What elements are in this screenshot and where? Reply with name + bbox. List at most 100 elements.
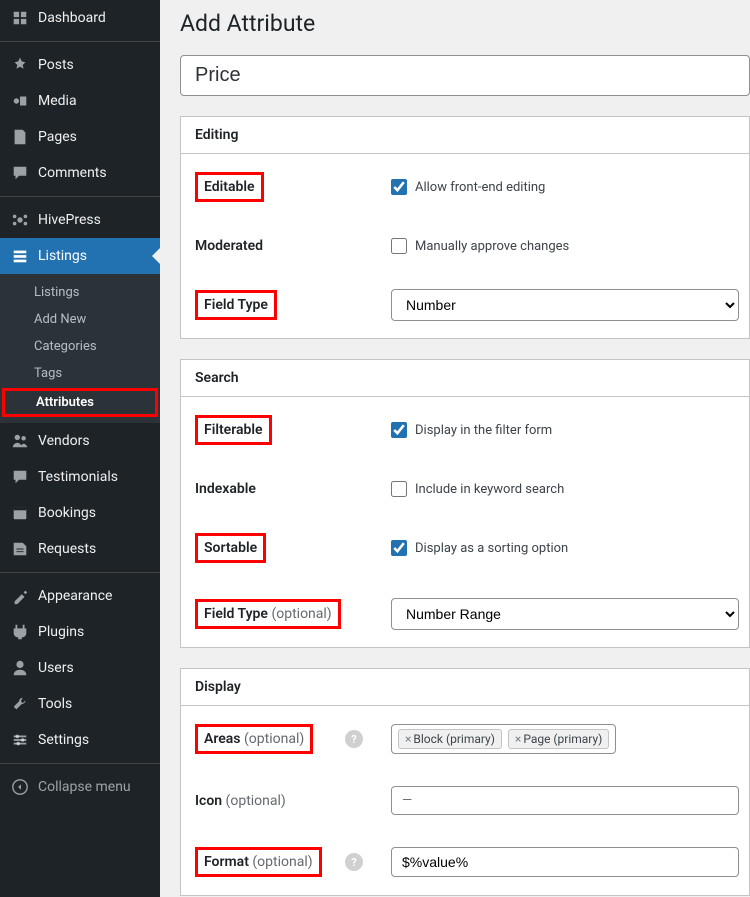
admin-sidebar: Dashboard Posts Media Pages Comments Hiv… [0, 0, 160, 897]
bookings-icon [10, 503, 30, 523]
indexable-checkbox[interactable] [391, 481, 407, 497]
menu-separator [0, 763, 160, 764]
sidebar-item-label: Bookings [38, 505, 96, 521]
indexable-text: Include in keyword search [415, 482, 564, 497]
sidebar-item-dashboard[interactable]: Dashboard [0, 0, 160, 36]
sidebar-item-testimonials[interactable]: Testimonials [0, 459, 160, 495]
sidebar-item-label: Settings [38, 732, 89, 748]
users-icon [10, 658, 30, 678]
requests-icon [10, 539, 30, 559]
sidebar-item-comments[interactable]: Comments [0, 155, 160, 191]
remove-tag-icon[interactable]: × [405, 732, 411, 746]
listings-icon [10, 246, 30, 266]
sidebar-submenu: Listings Add New Categories Tags Attribu… [0, 274, 160, 423]
sidebar-item-vendors[interactable]: Vendors [0, 423, 160, 459]
appearance-icon [10, 586, 30, 606]
icon-label: Icon (optional) [195, 793, 286, 809]
search-fieldtype-label: Field Type (optional) [195, 599, 341, 629]
indexable-label: Indexable [195, 481, 256, 497]
sidebar-item-appearance[interactable]: Appearance [0, 578, 160, 614]
sidebar-item-label: Users [38, 660, 74, 676]
sidebar-item-hivepress[interactable]: HivePress [0, 202, 160, 238]
sidebar-item-label: Tools [38, 696, 72, 712]
moderated-checkbox[interactable] [391, 238, 407, 254]
hivepress-icon [10, 210, 30, 230]
sortable-checkbox[interactable] [391, 540, 407, 556]
sidebar-item-collapse[interactable]: Collapse menu [0, 769, 160, 805]
submenu-item-attributes[interactable]: Attributes [2, 388, 158, 417]
filterable-checkbox[interactable] [391, 422, 407, 438]
area-tag[interactable]: ×Block (primary) [398, 729, 502, 749]
format-input[interactable] [391, 847, 739, 877]
attribute-name-input[interactable] [180, 55, 750, 96]
sidebar-item-label: Requests [38, 541, 96, 557]
menu-separator [0, 196, 160, 197]
submenu-item-addnew[interactable]: Add New [0, 306, 160, 333]
indexable-checkbox-row[interactable]: Include in keyword search [391, 481, 739, 497]
sidebar-item-users[interactable]: Users [0, 650, 160, 686]
display-panel: Display Areas (optional) ? ×Block (prima… [180, 668, 750, 896]
sidebar-item-label: Posts [38, 57, 74, 73]
moderated-checkbox-row[interactable]: Manually approve changes [391, 238, 739, 254]
page-title: Add Attribute [180, 10, 750, 37]
sidebar-item-pages[interactable]: Pages [0, 119, 160, 155]
sidebar-item-tools[interactable]: Tools [0, 686, 160, 722]
pages-icon [10, 127, 30, 147]
collapse-icon [10, 777, 30, 797]
search-heading: Search [181, 360, 749, 397]
sidebar-item-label: Appearance [38, 588, 112, 604]
sidebar-item-listings[interactable]: Listings [0, 238, 160, 274]
sidebar-item-posts[interactable]: Posts [0, 47, 160, 83]
sidebar-item-label: Dashboard [38, 10, 106, 26]
editable-checkbox-row[interactable]: Allow front-end editing [391, 179, 739, 195]
sortable-label: Sortable [195, 533, 266, 563]
remove-tag-icon[interactable]: × [515, 732, 521, 746]
sidebar-item-label: Media [38, 93, 77, 109]
sortable-checkbox-row[interactable]: Display as a sorting option [391, 540, 739, 556]
filterable-label: Filterable [195, 415, 272, 445]
vendors-icon [10, 431, 30, 451]
sidebar-item-label: Comments [38, 165, 107, 181]
editable-checkbox[interactable] [391, 179, 407, 195]
sidebar-item-settings[interactable]: Settings [0, 722, 160, 758]
submenu-item-tags[interactable]: Tags [0, 360, 160, 387]
moderated-label: Moderated [195, 238, 263, 254]
icon-select[interactable]: — [391, 786, 739, 815]
editing-panel: Editing Editable Allow front-end editing… [180, 116, 750, 339]
comments-icon [10, 163, 30, 183]
dashboard-icon [10, 8, 30, 28]
search-fieldtype-select[interactable]: Number Range [391, 598, 739, 630]
menu-separator [0, 41, 160, 42]
media-icon [10, 91, 30, 111]
sidebar-item-bookings[interactable]: Bookings [0, 495, 160, 531]
editing-heading: Editing [181, 117, 749, 154]
editing-fieldtype-select[interactable]: Number [391, 289, 739, 321]
testimonials-icon [10, 467, 30, 487]
area-tag[interactable]: ×Page (primary) [508, 729, 609, 749]
editable-label: Editable [195, 172, 264, 202]
help-icon[interactable]: ? [345, 853, 363, 871]
sidebar-item-plugins[interactable]: Plugins [0, 614, 160, 650]
settings-icon [10, 730, 30, 750]
main-content: Add Attribute Editing Editable Allow fro… [160, 0, 750, 897]
submenu-item-categories[interactable]: Categories [0, 333, 160, 360]
sidebar-item-label: Testimonials [38, 469, 118, 485]
areas-tags-input[interactable]: ×Block (primary) ×Page (primary) [391, 724, 616, 754]
menu-separator [0, 572, 160, 573]
sidebar-item-label: Collapse menu [38, 779, 131, 795]
pin-icon [10, 55, 30, 75]
search-panel: Search Filterable Display in the filter … [180, 359, 750, 648]
moderated-text: Manually approve changes [415, 239, 569, 254]
sidebar-item-label: Listings [38, 248, 87, 264]
help-icon[interactable]: ? [345, 730, 363, 748]
sidebar-item-requests[interactable]: Requests [0, 531, 160, 567]
submenu-item-listings[interactable]: Listings [0, 279, 160, 306]
editing-fieldtype-label: Field Type [195, 290, 277, 320]
format-label: Format (optional) [195, 847, 322, 877]
editable-text: Allow front-end editing [415, 180, 545, 195]
filterable-checkbox-row[interactable]: Display in the filter form [391, 422, 739, 438]
sortable-text: Display as a sorting option [415, 541, 568, 556]
sidebar-item-label: Plugins [38, 624, 84, 640]
tools-icon [10, 694, 30, 714]
sidebar-item-media[interactable]: Media [0, 83, 160, 119]
